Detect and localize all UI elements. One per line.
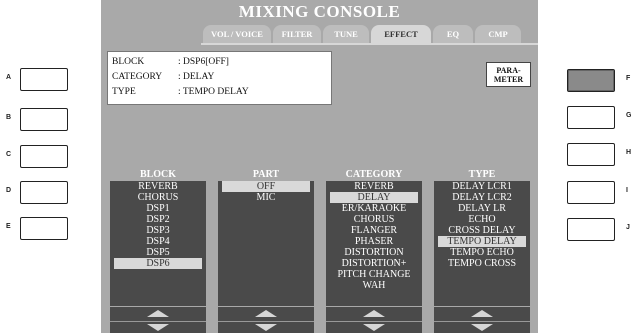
category-list[interactable]: REVERB DELAY ER/KARAOKE CHORUS FLANGER PHASER… <box>326 181 422 306</box>
arrow-up-icon <box>363 310 385 317</box>
arrow-down-icon <box>363 324 385 331</box>
part-scroll-down-button[interactable] <box>218 321 314 333</box>
tab-vol-voice[interactable]: VOL / VOICE <box>203 25 271 43</box>
block-scroll-down-button[interactable] <box>110 321 206 333</box>
info-category-label: CATEGORY <box>112 72 163 82</box>
info-category-value: : DELAY <box>178 72 215 82</box>
category-list-item[interactable]: DISTORTION <box>326 247 422 258</box>
category-list-item[interactable]: CHORUS <box>326 214 422 225</box>
part-column-header: PART <box>252 169 280 180</box>
arrow-down-icon <box>471 324 493 331</box>
block-list-item[interactable]: CHORUS <box>110 192 206 203</box>
type-list-item[interactable]: DELAY LCR1 <box>434 181 530 192</box>
block-list-item[interactable]: REVERB <box>110 181 206 192</box>
tab-cmp[interactable]: CMP <box>475 25 521 43</box>
button-letter-b: B <box>6 114 12 121</box>
tab-strip-divider <box>201 43 538 45</box>
category-column-header: CATEGORY <box>345 169 403 180</box>
type-column-header: TYPE <box>468 169 496 180</box>
parameter-button-line1: PARA- <box>496 66 521 75</box>
side-button-g[interactable] <box>567 106 615 129</box>
block-list-item[interactable]: DSP1 <box>110 203 206 214</box>
block-list-item[interactable]: DSP2 <box>110 214 206 225</box>
category-scroll-arrows <box>326 307 422 333</box>
info-type-value: : TEMPO DELAY <box>178 87 249 97</box>
side-button-j[interactable] <box>567 218 615 241</box>
block-list-item[interactable]: DSP5 <box>110 247 206 258</box>
part-scroll-arrows <box>218 307 314 333</box>
button-letter-c: C <box>6 151 12 158</box>
category-list-item[interactable]: PHASER <box>326 236 422 247</box>
info-panel: BLOCK : DSP6[OFF] CATEGORY : DELAY TYPE : T… <box>107 51 332 105</box>
side-button-c[interactable] <box>20 145 68 168</box>
category-list-item[interactable]: ER/KARAOKE <box>326 203 422 214</box>
button-letter-g: G <box>626 112 632 119</box>
block-list[interactable]: REVERB CHORUS DSP1 DSP2 DSP3 DSP4 DSP5 DSP6 <box>110 181 206 306</box>
block-list-item[interactable]: DSP6 <box>114 258 202 269</box>
block-scroll-up-button[interactable] <box>110 308 206 320</box>
category-list-item[interactable]: DELAY <box>330 192 418 203</box>
type-scroll-arrows <box>434 307 530 333</box>
category-list-item[interactable]: WAH <box>326 280 422 291</box>
block-column-header: BLOCK <box>139 169 177 180</box>
parameter-button-line2: METER <box>493 75 524 84</box>
arrow-up-icon <box>255 310 277 317</box>
button-letter-d: D <box>6 187 12 194</box>
info-block-label: BLOCK <box>112 57 145 67</box>
side-button-b[interactable] <box>20 108 68 131</box>
info-row-block: BLOCK : DSP6[OFF] <box>112 57 229 67</box>
side-button-e[interactable] <box>20 217 68 240</box>
type-list-item[interactable]: TEMPO DELAY <box>438 236 526 247</box>
category-scroll-up-button[interactable] <box>326 308 422 320</box>
arrow-down-icon <box>147 324 169 331</box>
type-scroll-up-button[interactable] <box>434 308 530 320</box>
block-list-item[interactable]: DSP4 <box>110 236 206 247</box>
type-list-item[interactable]: TEMPO ECHO <box>434 247 530 258</box>
tab-filter[interactable]: FILTER <box>273 25 321 43</box>
arrow-up-icon <box>471 310 493 317</box>
info-block-value: : DSP6[OFF] <box>178 57 229 67</box>
info-type-label: TYPE <box>112 87 136 97</box>
side-button-i[interactable] <box>567 181 615 204</box>
button-letter-j: J <box>626 224 630 231</box>
button-letter-e: E <box>6 223 11 230</box>
lcd-screen: MIXING CONSOLE VOL / VOICE FILTER TUNE E… <box>101 0 538 333</box>
type-list-item[interactable]: TEMPO CROSS <box>434 258 530 269</box>
info-row-type: TYPE : TEMPO DELAY <box>112 87 249 97</box>
button-letter-i: I <box>626 187 628 194</box>
page-title: MIXING CONSOLE <box>238 2 401 21</box>
category-list-item[interactable]: FLANGER <box>326 225 422 236</box>
category-scroll-down-button[interactable] <box>326 321 422 333</box>
type-list-item[interactable]: CROSS DELAY <box>434 225 530 236</box>
category-list-item[interactable]: DISTORTION+ <box>326 258 422 269</box>
side-button-f[interactable] <box>567 69 615 92</box>
parameter-button[interactable]: PARA- METER <box>486 62 531 87</box>
tab-effect[interactable]: EFFECT <box>371 25 431 43</box>
part-list[interactable]: OFF MIC <box>218 181 314 306</box>
tab-eq[interactable]: EQ <box>433 25 473 43</box>
type-list-item[interactable]: DELAY LR <box>434 203 530 214</box>
button-letter-f: F <box>626 75 631 82</box>
type-list[interactable]: DELAY LCR1 DELAY LCR2 DELAY LR ECHO CROSS DE… <box>434 181 530 306</box>
part-list-item[interactable]: OFF <box>222 181 310 192</box>
button-letter-h: H <box>626 149 632 156</box>
side-button-h[interactable] <box>567 143 615 166</box>
block-list-item[interactable]: DSP3 <box>110 225 206 236</box>
arrow-up-icon <box>147 310 169 317</box>
arrow-down-icon <box>255 324 277 331</box>
tab-tune[interactable]: TUNE <box>323 25 369 43</box>
category-list-item[interactable]: REVERB <box>326 181 422 192</box>
part-list-item[interactable]: MIC <box>218 192 314 203</box>
type-list-item[interactable]: DELAY LCR2 <box>434 192 530 203</box>
category-list-item[interactable]: PITCH CHANGE <box>326 269 422 280</box>
button-letter-a: A <box>6 74 12 81</box>
type-scroll-down-button[interactable] <box>434 321 530 333</box>
info-row-category: CATEGORY : DELAY <box>112 72 214 82</box>
part-scroll-up-button[interactable] <box>218 308 314 320</box>
side-button-a[interactable] <box>20 68 68 91</box>
type-list-item[interactable]: ECHO <box>434 214 530 225</box>
side-button-d[interactable] <box>20 181 68 204</box>
block-scroll-arrows <box>110 307 206 333</box>
